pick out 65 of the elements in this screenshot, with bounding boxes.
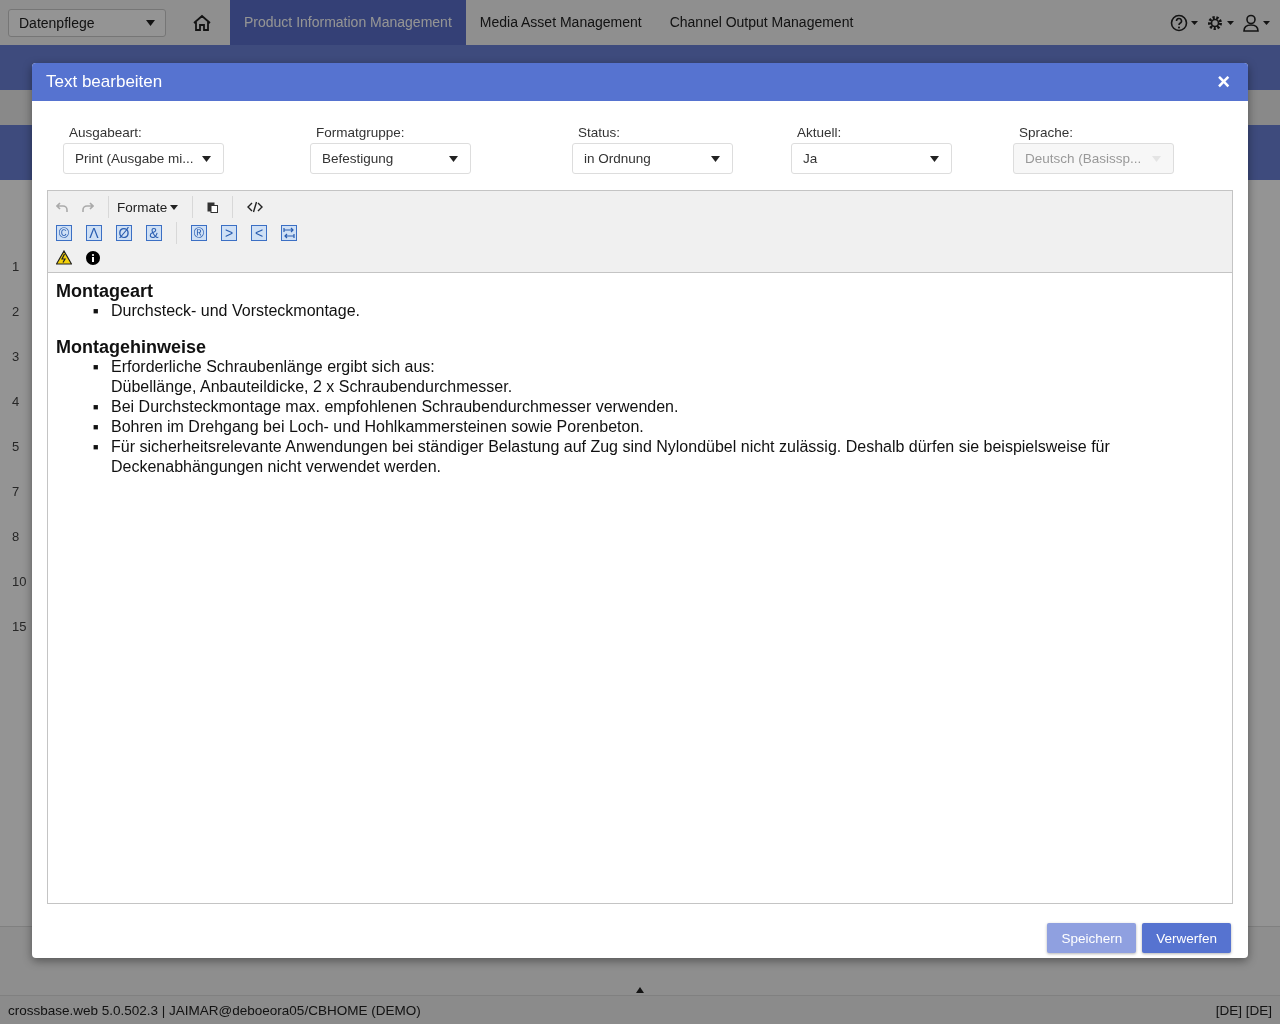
- formats-dropdown[interactable]: Formate: [117, 199, 179, 215]
- content-heading: Montagehinweise: [56, 337, 208, 357]
- row-number: 5: [12, 439, 20, 454]
- row-number: 4: [12, 394, 20, 409]
- row-number: 1: [12, 259, 20, 274]
- field-label: Aktuell:: [796, 125, 843, 140]
- user-icon[interactable]: [1242, 13, 1272, 32]
- tab-indent-icon[interactable]: [281, 225, 297, 241]
- select-field[interactable]: Ja: [791, 143, 952, 174]
- symbol-button[interactable]: ®: [191, 225, 207, 241]
- row-number: 7: [12, 484, 20, 499]
- dialog-button: Speichern: [1047, 923, 1137, 953]
- row-number: 8: [12, 529, 20, 544]
- paste-icon[interactable]: [207, 201, 219, 213]
- select-field[interactable]: Befestigung: [310, 143, 471, 174]
- symbol-button[interactable]: Ø: [116, 225, 132, 241]
- bullet-item: Bohren im Drehgang bei Loch- und Hohlkammersteinen sowie Porenbeton.: [111, 417, 644, 437]
- warning-icon[interactable]: [56, 250, 72, 265]
- row-number: 10: [12, 574, 27, 589]
- symbol-button[interactable]: <: [251, 225, 267, 241]
- symbol-button[interactable]: ©: [56, 225, 72, 241]
- content-heading: Montageart: [56, 281, 154, 301]
- module-tab[interactable]: Channel Output Management: [655, 0, 868, 45]
- home-icon[interactable]: [192, 13, 212, 32]
- dropdown-caret-icon: [711, 155, 720, 162]
- field-label: Status:: [577, 125, 622, 140]
- dropdown-caret-icon: [449, 155, 458, 162]
- symbol-button[interactable]: >: [221, 225, 237, 241]
- settings-icon[interactable]: [1206, 13, 1236, 32]
- symbol-button[interactable]: &: [146, 225, 162, 241]
- select-field: Deutsch (Basissp...: [1013, 143, 1174, 174]
- collapse-caret-icon[interactable]: [636, 987, 644, 993]
- dialog-button[interactable]: Verwerfen: [1142, 923, 1231, 953]
- help-icon[interactable]: [1170, 13, 1200, 32]
- dialog-title: Text bearbeiten: [46, 72, 163, 92]
- bullet-marker: ■: [93, 305, 100, 318]
- language-info: [DE] [DE]: [1215, 1002, 1272, 1018]
- close-button[interactable]: ×: [1213, 72, 1234, 92]
- module-tab[interactable]: Product Information Management: [230, 0, 466, 45]
- bullet-marker: ■: [93, 441, 100, 454]
- bullet-marker: ■: [93, 421, 100, 434]
- dropdown-caret-icon: [146, 19, 155, 26]
- bullet-item: Erforderliche Schraubenlänge ergibt sich aus: Dübellänge, Anbauteildicke, 2 x Schraubendurchmesser.: [111, 357, 513, 397]
- row-number: 3: [12, 349, 20, 364]
- field-label: Ausgabeart:: [68, 125, 143, 140]
- bullet-item: Bei Durchsteckmontage max. empfohlenen Schraubendurchmesser verwenden.: [111, 397, 679, 417]
- row-number: 2: [12, 304, 20, 319]
- workspace-dropdown[interactable]: Datenpflege: [8, 8, 166, 37]
- field-label: Formatgruppe:: [315, 125, 406, 140]
- select-field[interactable]: Print (Ausgabe mi...: [63, 143, 224, 174]
- bullet-item: Für sicherheitsrelevante Anwendungen bei ständiger Belastung auf Zug sind Nylondübel nicht zulässig. Deshalb dürfen sie beispielsweise für Deckenabhängungen nicht verwendet werden.: [111, 437, 1111, 477]
- field-label: Sprache:: [1018, 125, 1075, 140]
- code-icon[interactable]: [247, 201, 264, 213]
- version-info: crossbase.web 5.0.502.3 | JAIMAR@deboeora05/CBHOME (DEMO): [8, 1002, 421, 1018]
- bullet-item: Durchsteck- und Vorsteckmontage.: [111, 301, 360, 321]
- bullet-marker: ■: [93, 361, 100, 374]
- bullet-marker: ■: [93, 401, 100, 414]
- symbol-button[interactable]: Λ: [86, 225, 102, 241]
- dropdown-caret-icon: [170, 204, 179, 210]
- dropdown-caret-icon: [930, 155, 939, 162]
- select-field[interactable]: in Ordnung: [572, 143, 733, 174]
- dropdown-caret-icon: [202, 155, 211, 162]
- info-icon[interactable]: [86, 250, 100, 265]
- row-number: 15: [12, 619, 27, 634]
- module-tab[interactable]: Media Asset Management: [465, 0, 656, 45]
